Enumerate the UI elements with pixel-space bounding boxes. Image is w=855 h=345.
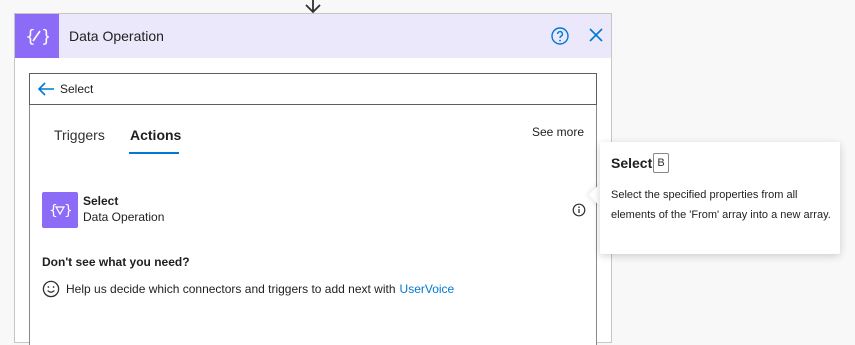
help-icon[interactable]: [550, 26, 570, 46]
tab-actions[interactable]: Actions: [130, 127, 181, 143]
data-operation-card: { } Data Operation Triggers Actions See …: [14, 13, 612, 345]
action-name: Select: [83, 194, 119, 208]
action-connector: Data Operation: [83, 210, 165, 224]
operations-panel: Triggers Actions See more { } Select Dat…: [29, 105, 597, 345]
svg-text:{: {: [25, 27, 36, 47]
tooltip-title: Select: [611, 155, 653, 171]
search-input[interactable]: [60, 80, 580, 98]
search-box: [29, 73, 597, 105]
svg-text:}: }: [64, 203, 71, 219]
action-tooltip: Select B Select the specified properties…: [600, 142, 840, 254]
feedback-row: Help us decide which connectors and trig…: [42, 280, 454, 298]
uservoice-link[interactable]: UserVoice: [400, 282, 455, 296]
active-tab-indicator: [129, 152, 179, 154]
tooltip-shortcut-key: B: [653, 153, 669, 173]
data-operation-icon: { }: [15, 14, 59, 58]
tab-triggers[interactable]: Triggers: [54, 127, 105, 143]
select-action-icon: { }: [42, 192, 78, 228]
see-more-button[interactable]: See more: [532, 125, 584, 139]
connector-arrow-icon: [305, 0, 321, 14]
back-arrow-icon[interactable]: [37, 81, 55, 97]
smile-icon: [42, 280, 60, 298]
info-icon[interactable]: [572, 203, 586, 217]
card-title: Data Operation: [69, 28, 164, 44]
tooltip-description: Select the specified properties from all…: [611, 189, 831, 221]
feedback-text: Help us decide which connectors and trig…: [66, 282, 396, 296]
dont-see-heading: Don't see what you need?: [42, 255, 190, 269]
svg-text:}: }: [41, 27, 49, 47]
close-icon[interactable]: [587, 26, 605, 44]
action-item-select[interactable]: { } Select Data Operation: [42, 192, 586, 230]
card-header: { } Data Operation: [15, 14, 611, 58]
svg-text:{: {: [49, 203, 58, 219]
